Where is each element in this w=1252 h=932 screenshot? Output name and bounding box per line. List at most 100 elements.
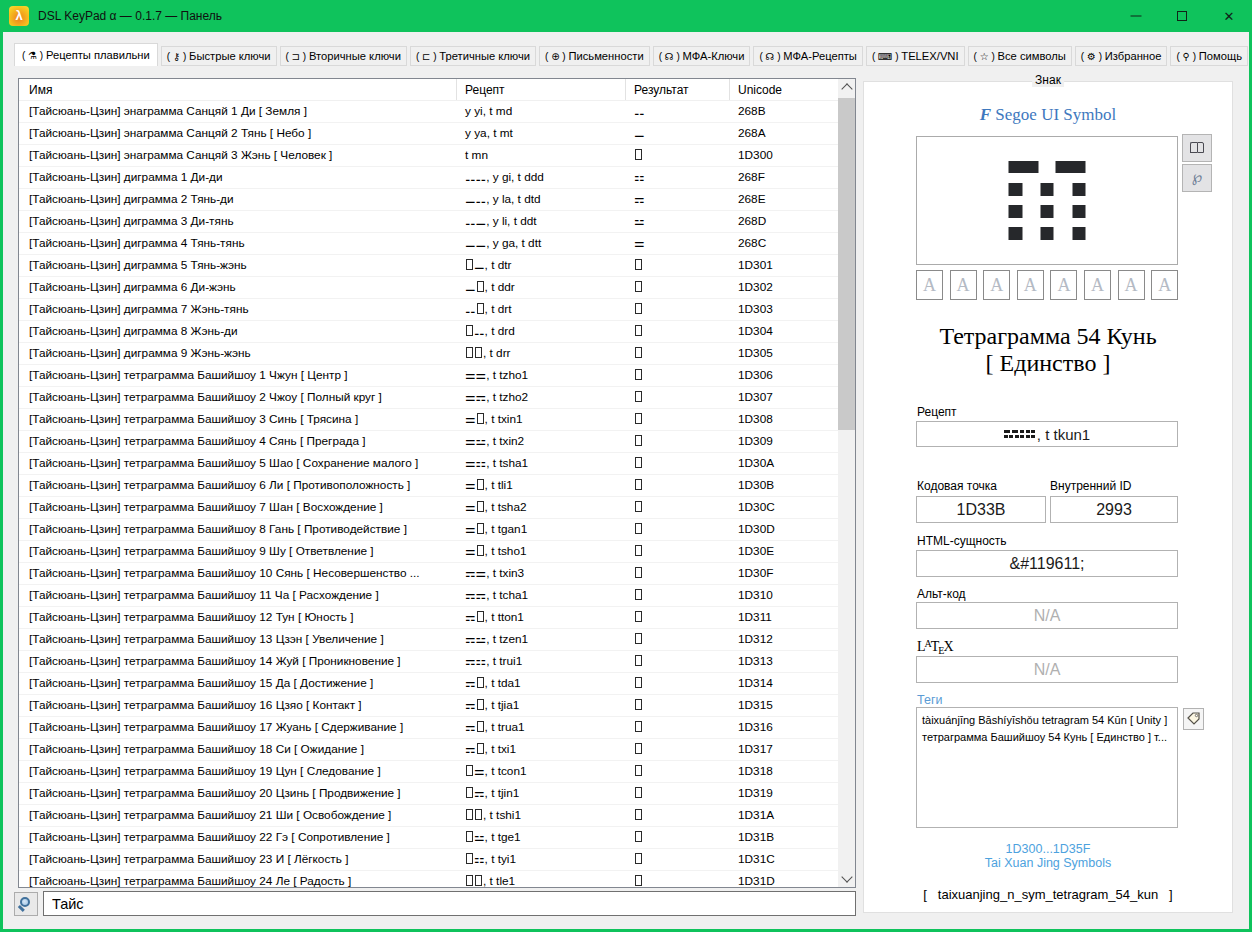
font-variant-button[interactable]: A xyxy=(916,270,943,300)
cell-name: [Тайсюань-Цзин] тетраграмма Башийшоу 11 … xyxy=(19,585,457,606)
tab-secondary-keys[interactable]: ( ⊐ ) Вторичные ключи xyxy=(280,46,407,66)
table-row[interactable]: [Тайсюань-Цзин] тетраграмма Башийшоу 7 Ш… xyxy=(19,497,840,519)
scroll-up-arrow[interactable] xyxy=(838,79,855,96)
missing-glyph-box xyxy=(477,743,484,754)
missing-glyph-box xyxy=(466,765,473,776)
recipe-field[interactable]: , t tkun1 xyxy=(916,421,1178,447)
table-row[interactable]: [Тайсюань-Цзин] диграмма 1 Ди-ди⚋⚋, y gi… xyxy=(19,167,840,189)
table-row[interactable]: [Тайсюань-Цзин] энаграмма Санцяй 1 Ди [ … xyxy=(19,101,840,123)
tag-button[interactable] xyxy=(1183,708,1204,730)
tab-scripts[interactable]: ( ⊕ ) Письменности xyxy=(539,46,650,66)
scripts-icon: ( ⊕ ) xyxy=(545,51,568,62)
table-row[interactable]: [Тайсюань-Цзин] тетраграмма Башийшоу 12 … xyxy=(19,607,840,629)
missing-glyph-box xyxy=(635,281,642,292)
column-header-recipe[interactable]: Рецепт xyxy=(457,79,626,100)
table-row[interactable]: [Тайсюань-Цзин] диграмма 4 Тянь-тянь⚊⚊, … xyxy=(19,233,840,255)
vertical-scrollbar[interactable] xyxy=(838,79,855,887)
cell-name: [Тайсюань-Цзин] диграмма 4 Тянь-тянь xyxy=(19,233,457,254)
titlebar[interactable]: λ DSL KeyPad α — 0.1.7 — Панель ✕ xyxy=(0,0,1252,32)
cell-result: ⚍ xyxy=(626,211,730,232)
font-link[interactable]: F Segoe UI Symbol xyxy=(864,105,1232,125)
latex-field[interactable]: N/A xyxy=(916,656,1178,683)
table-row[interactable]: [Тайсюань-Цзин] энаграмма Санцяй 2 Тянь … xyxy=(19,123,840,145)
codepoint-field[interactable]: 1D33B xyxy=(916,496,1046,523)
tab-favorites[interactable]: ( ⚙ ) Избранное xyxy=(1075,46,1168,66)
taixuan-digram-glyph xyxy=(1020,430,1035,440)
book-button[interactable] xyxy=(1182,134,1212,162)
tab-melting-recipes[interactable]: ( ⚗ ) Рецепты плавильни xyxy=(14,43,158,66)
recipe-label: Рецепт xyxy=(917,405,957,419)
table-row[interactable]: [Тайсюань-Цзин] тетраграмма Башийшоу 24 … xyxy=(19,871,840,887)
table-row[interactable]: [Тайсюань-Цзин] диграмма 5 Тянь-жэнь⚊, t… xyxy=(19,255,840,277)
column-header-unicode[interactable]: Unicode xyxy=(730,79,822,100)
font-variant-button[interactable]: A xyxy=(983,270,1010,300)
font-variant-button[interactable]: A xyxy=(1151,270,1178,300)
column-header-name[interactable]: Имя xyxy=(19,79,457,100)
table-row[interactable]: [Тайсюань-Цзин] диграмма 9 Жэнь-жэнь, t … xyxy=(19,343,840,365)
tab-fast-keys[interactable]: ( ⚷ ) Быстрые ключи xyxy=(161,46,277,66)
table-row[interactable]: [Тайсюань-Цзин] тетраграмма Башийшоу 18 … xyxy=(19,739,840,761)
search-button[interactable] xyxy=(14,892,38,916)
table-row[interactable]: [Тайсюань-Цзин] тетраграмма Башийшоу 5 Ш… xyxy=(19,453,840,475)
scrollbar-thumb[interactable] xyxy=(838,98,855,430)
table-row[interactable]: [Тайсюань-Цзин] тетраграмма Башийшоу 17 … xyxy=(19,717,840,739)
table-row[interactable]: [Тайсюань-Цзин] тетраграмма Башийшоу 20 … xyxy=(19,783,840,805)
table-row[interactable]: [Тайсюань-Цзин] тетраграмма Башийшоу 22 … xyxy=(19,827,840,849)
scroll-down-arrow[interactable] xyxy=(838,870,855,887)
column-header-result[interactable]: Результат xyxy=(626,79,730,100)
table-row[interactable]: [Тайсюань-Цзин] диграмма 3 Ди-тянь⚋⚊, y … xyxy=(19,211,840,233)
html-entity-field[interactable]: &#119611; xyxy=(916,550,1178,577)
tab-label: Помощь xyxy=(1199,50,1242,62)
table-row[interactable]: [Тайсюань-Цзин] диграмма 6 Ди-жэнь⚊, t d… xyxy=(19,277,840,299)
block-link[interactable]: Tai Xuan Jing Symbols xyxy=(864,856,1232,870)
cell-recipe: , t tle1 xyxy=(457,871,626,887)
tab-tertiary-keys[interactable]: ( ⊏ ) Третичные ключи xyxy=(410,46,536,66)
internal-id-field[interactable]: 2993 xyxy=(1050,496,1178,523)
table-row[interactable]: [Тайсюань-Цзин] тетраграмма Башийшоу 15 … xyxy=(19,673,840,695)
table-row[interactable]: [Тайсюань-Цзин] диграмма 7 Жэнь-тянь⚋, t… xyxy=(19,299,840,321)
table-row[interactable]: [Тайсюань-Цзин] тетраграмма Башийшоу 4 С… xyxy=(19,431,840,453)
maximize-button[interactable] xyxy=(1159,0,1205,32)
tab-ipa-keys[interactable]: ( ☊ ) МФА-Ключи xyxy=(653,46,751,66)
table-row[interactable]: [Тайсюань-Цзин] тетраграмма Башийшоу 13 … xyxy=(19,629,840,651)
missing-glyph-box xyxy=(466,787,473,798)
table-row[interactable]: [Тайсюань-Цзин] тетраграмма Башийшоу 21 … xyxy=(19,805,840,827)
table-row[interactable]: [Тайсюань-Цзин] тетраграмма Башийшоу 2 Ч… xyxy=(19,387,840,409)
minimize-button[interactable] xyxy=(1113,0,1159,32)
table-row[interactable]: [Тайсюань-Цзин] тетраграмма Башийшоу 9 Ш… xyxy=(19,541,840,563)
table-row[interactable]: [Тайсюань-Цзин] энаграмма Санцяй 3 Жэнь … xyxy=(19,145,840,167)
alt-code-field[interactable]: N/A xyxy=(916,602,1178,629)
table-row[interactable]: [Тайсюань-Цзин] тетраграмма Башийшоу 14 … xyxy=(19,651,840,673)
tab-ipa-recipes[interactable]: ( ☊ ) МФА-Рецепты xyxy=(753,46,862,66)
table-row[interactable]: [Тайсюань-Цзин] тетраграмма Башийшоу 3 С… xyxy=(19,409,840,431)
table-row[interactable]: [Тайсюань-Цзин] тетраграмма Башийшоу 23 … xyxy=(19,849,840,871)
range-link[interactable]: 1D300...1D35F xyxy=(864,842,1232,856)
table-row[interactable]: [Тайсюань-Цзин] тетраграмма Башийшоу 6 Л… xyxy=(19,475,840,497)
search-input[interactable] xyxy=(43,891,856,916)
cell-recipe: ⚎, t trua1 xyxy=(457,717,626,738)
table-row[interactable]: [Тайсюань-Цзин] тетраграмма Башийшоу 10 … xyxy=(19,563,840,585)
font-variant-button[interactable]: A xyxy=(1017,270,1044,300)
font-variant-button[interactable]: A xyxy=(950,270,977,300)
table-row[interactable]: [Тайсюань-Цзин] диграмма 8 Жэнь-ди⚋, t d… xyxy=(19,321,840,343)
missing-glyph-box xyxy=(477,677,484,688)
cell-unicode: 268B xyxy=(730,101,822,122)
cell-name: [Тайсюань-Цзин] тетраграмма Башийшоу 17 … xyxy=(19,717,457,738)
close-button[interactable]: ✕ xyxy=(1206,0,1252,32)
cell-unicode: 1D313 xyxy=(730,651,822,672)
tab-help[interactable]: ( ⚲ ) Помощь xyxy=(1170,46,1248,66)
font-variant-button[interactable]: A xyxy=(1084,270,1111,300)
table-row[interactable]: [Тайсюань-Цзин] тетраграмма Башийшоу 8 Г… xyxy=(19,519,840,541)
tab-all-symbols[interactable]: ( ☆ ) Все символы xyxy=(968,46,1072,66)
font-variant-button[interactable]: A xyxy=(1050,270,1077,300)
table-row[interactable]: [Тайсюань-Цзин] тетраграмма Башийшоу 19 … xyxy=(19,761,840,783)
table-row[interactable]: [Тайсюань-Цзин] диграмма 2 Тянь-ди⚊⚋, y … xyxy=(19,189,840,211)
cell-unicode: 268C xyxy=(730,233,822,254)
table-row[interactable]: [Тайсюань-Цзин] тетраграмма Башийшоу 16 … xyxy=(19,695,840,717)
weierstrass-button[interactable]: ℘ xyxy=(1182,164,1212,192)
font-variant-button[interactable]: A xyxy=(1118,270,1145,300)
tab-telex-vni[interactable]: ( ⌨ ) TELEX/VNI xyxy=(866,46,965,66)
table-row[interactable]: [Тайсюань-Цзин] тетраграмма Башийшоу 11 … xyxy=(19,585,840,607)
table-row[interactable]: [Тайсюань-Цзин] тетраграмма Башийшоу 1 Ч… xyxy=(19,365,840,387)
tags-field[interactable]: tàixuánjīng Bāshíyīshǒu tetragram 54 Kūn… xyxy=(916,707,1178,828)
